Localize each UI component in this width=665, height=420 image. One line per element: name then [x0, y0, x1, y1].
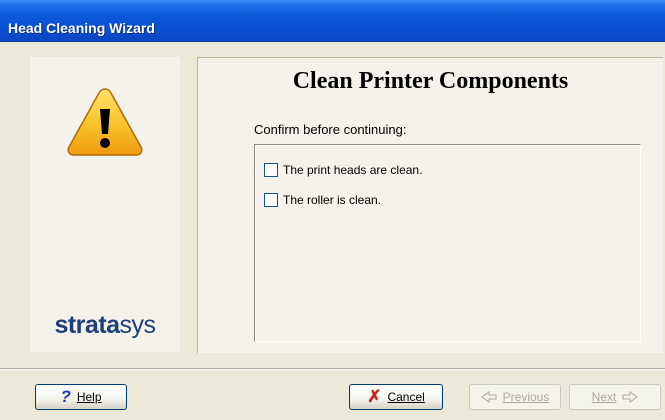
left-panel: stratasys	[30, 57, 180, 352]
footer-separator-highlight	[0, 369, 665, 370]
checkbox-print-heads-row[interactable]: The print heads are clean.	[264, 162, 422, 178]
warning-icon	[67, 88, 143, 156]
help-button[interactable]: ? Help	[35, 384, 127, 410]
page-heading: Clean Printer Components	[292, 68, 569, 94]
cancel-button[interactable]: ✗ Cancel	[349, 384, 443, 410]
checkbox-roller-label: The roller is clean.	[283, 193, 382, 207]
previous-button-label: Previous	[502, 390, 550, 404]
cancel-button-label: Cancel	[387, 390, 425, 404]
checkbox-roller-row[interactable]: The roller is clean.	[264, 192, 381, 208]
forward-arrow-icon	[622, 391, 639, 403]
title-bar: Head Cleaning Wizard	[0, 0, 665, 42]
checkbox-group: The print heads are clean. The roller is…	[254, 144, 641, 342]
stratasys-logo: stratasys	[54, 311, 156, 339]
confirm-label: Confirm before continuing:	[254, 122, 407, 137]
previous-button[interactable]: Previous	[469, 384, 561, 410]
next-button[interactable]: Next	[569, 384, 661, 410]
window-title: Head Cleaning Wizard	[8, 20, 155, 36]
checkbox-print-heads[interactable]	[264, 163, 278, 177]
wizard-body: stratasys Clean Printer Components Confi…	[0, 42, 665, 420]
content-panel: Clean Printer Components Confirm before …	[197, 57, 663, 353]
checkbox-print-heads-label: The print heads are clean.	[283, 163, 423, 177]
red-x-icon: ✗	[367, 387, 382, 406]
back-arrow-icon	[480, 391, 497, 403]
checkbox-roller[interactable]	[264, 193, 278, 207]
next-button-label: Next	[591, 390, 617, 404]
question-icon: ?	[60, 387, 71, 406]
help-button-label: Help	[76, 390, 102, 404]
